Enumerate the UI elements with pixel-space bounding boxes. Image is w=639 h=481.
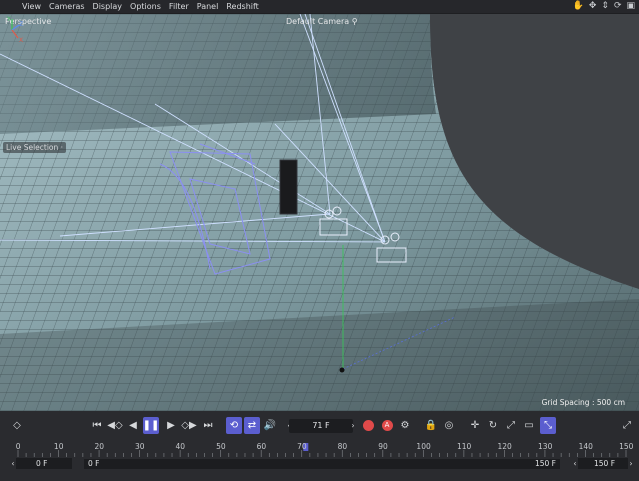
menu-options[interactable]: Options xyxy=(126,0,165,13)
rotate-view-icon[interactable]: ⟳ xyxy=(614,1,622,12)
axis-gizmo: Y Z X xyxy=(6,16,23,44)
ruler-tick-label: 30 xyxy=(135,442,145,451)
axis-z-label: Z xyxy=(19,21,23,28)
sound-icon[interactable]: 🔊 xyxy=(262,417,278,434)
softbox-object[interactable] xyxy=(279,159,298,215)
backdrop-curve xyxy=(0,14,436,134)
timeline-expand-icon[interactable]: ⤢ xyxy=(619,417,635,434)
go-to-start-icon[interactable]: ⏮ xyxy=(89,417,105,434)
menu-filter[interactable]: Filter xyxy=(165,0,193,13)
range-start-field[interactable]: 0 F xyxy=(16,458,72,469)
tool-dot: · xyxy=(60,143,64,152)
menu-panel[interactable]: Panel xyxy=(193,0,223,13)
range-start-value: 0 F xyxy=(36,459,48,468)
ruler-tick-label: 140 xyxy=(578,442,593,451)
next-frame-icon[interactable]: ▶ xyxy=(163,417,179,434)
ruler-tick-label: 0 xyxy=(15,442,21,451)
ruler-tick-label: 100 xyxy=(416,442,431,451)
camera-label[interactable]: Default Camera ⚲ xyxy=(286,17,358,26)
range-end-field[interactable]: 150 F xyxy=(578,458,628,469)
key-settings-icon[interactable]: ⚙ xyxy=(397,417,413,434)
key-interpolation-icon[interactable]: ◎ xyxy=(441,417,457,434)
ruler-tick-label: 130 xyxy=(538,442,553,451)
pan-hand-icon[interactable]: ✋ xyxy=(573,1,584,12)
menu-display[interactable]: Display xyxy=(89,0,127,13)
record-keys-icon[interactable] xyxy=(360,417,376,434)
ruler-tick-label: 110 xyxy=(456,442,472,451)
grid-spacing-label: Grid Spacing : 500 cm xyxy=(541,398,625,407)
ruler-tick-label: 150 xyxy=(619,442,634,451)
camera-name: Default Camera xyxy=(286,17,350,26)
autokey-button[interactable]: A xyxy=(379,417,395,434)
ruler-tick-label: 10 xyxy=(53,442,64,451)
menu-redshift[interactable]: Redshift xyxy=(222,0,262,13)
axis-x-label: X xyxy=(19,37,23,44)
viewport-3d[interactable]: Perspective Default Camera ⚲ Live Select… xyxy=(0,14,639,411)
loop-icon[interactable]: ⟲ xyxy=(226,417,242,434)
range-end-value: 150 F xyxy=(594,459,616,468)
move-view-icon[interactable]: ✥ xyxy=(589,1,597,12)
frame-increment-icon[interactable]: › xyxy=(350,417,356,434)
range-end-left-icon[interactable]: ‹ xyxy=(572,458,578,469)
menu-view[interactable]: View xyxy=(18,0,45,13)
zoom-view-icon[interactable]: ⇕ xyxy=(601,1,609,12)
current-frame-field[interactable]: 71 F xyxy=(289,419,353,433)
autokey-letter: A xyxy=(381,420,393,431)
ruler-tick-label: 80 xyxy=(337,442,348,451)
pause-button[interactable]: ❚❚ xyxy=(143,417,159,434)
menu-cameras[interactable]: Cameras xyxy=(45,0,89,13)
keyframe-diamond-icon[interactable]: ◇ xyxy=(9,417,25,434)
key-position-icon[interactable]: ✛ xyxy=(467,417,483,434)
prev-frame-icon[interactable]: ◀ xyxy=(125,417,141,434)
key-lock-icon[interactable]: 🔒 xyxy=(423,417,439,434)
range-span[interactable]: 0 F 150 F xyxy=(84,458,560,469)
ruler-tick-label: 20 xyxy=(94,442,104,451)
playback-rate-icon[interactable]: ⇄ xyxy=(244,417,260,434)
world-origin xyxy=(339,367,345,373)
ruler-tick-label: 50 xyxy=(216,442,226,451)
axis-y-label: Y xyxy=(6,16,11,23)
key-param-icon[interactable]: ▭ xyxy=(521,417,537,434)
scene-canvas xyxy=(0,14,639,411)
range-max-value: 150 F xyxy=(534,459,556,468)
go-to-end-icon[interactable]: ⏭ xyxy=(200,417,216,434)
maximize-view-icon[interactable]: ▣ xyxy=(626,1,635,12)
tool-name: Live Selection xyxy=(6,143,59,152)
menu-bar: View Cameras Display Options Filter Pane… xyxy=(0,0,639,13)
camera-lock-icon[interactable]: ⚲ xyxy=(352,17,358,26)
ruler-tick-label: 60 xyxy=(256,442,267,451)
ruler-tick-label: 70 xyxy=(297,442,307,451)
ruler-tick-label: 40 xyxy=(175,442,186,451)
key-rotation-icon[interactable]: ↻ xyxy=(485,417,501,434)
tool-label[interactable]: Live Selection · xyxy=(3,142,67,153)
prev-key-icon[interactable]: ◀◇ xyxy=(107,417,123,434)
range-end-right-icon[interactable]: › xyxy=(628,458,634,469)
ruler-tick-label: 120 xyxy=(497,442,512,451)
key-pla-icon[interactable]: ⤡ xyxy=(540,417,556,434)
next-key-icon[interactable]: ◇▶ xyxy=(181,417,197,434)
key-scale-icon[interactable]: ⤢ xyxy=(503,417,519,434)
timeline-panel: ◇ ⏮ ◀◇ ◀ ❚❚ ▶ ◇▶ ⏭ ⟲ ⇄ 🔊 ‹ 71 F › A ⚙ 🔒 … xyxy=(0,411,639,481)
ruler-tick-label: 90 xyxy=(378,442,388,451)
range-min-value: 0 F xyxy=(88,459,100,468)
